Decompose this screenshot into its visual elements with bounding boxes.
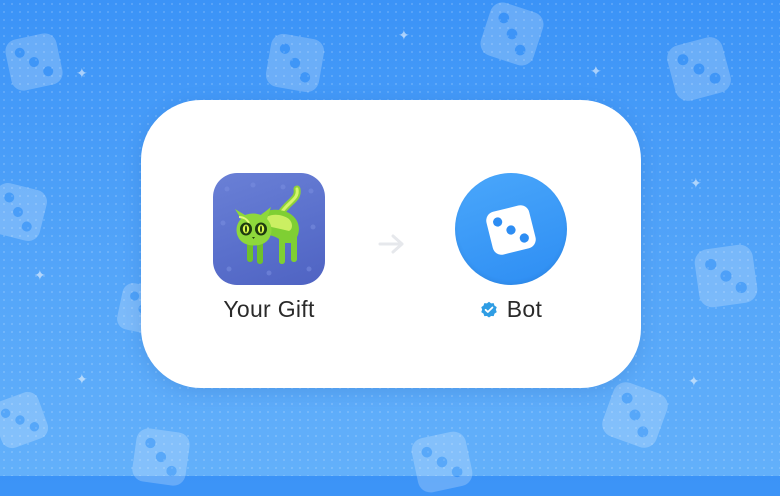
green-cat-gift-icon	[220, 182, 316, 276]
background-dice-icon	[480, 2, 544, 66]
gift-transfer-card: Your Gift Bot	[141, 100, 641, 388]
gift-tile[interactable]	[213, 173, 325, 285]
background-dice-icon	[132, 428, 190, 486]
background-dice-icon	[411, 431, 473, 493]
dice-bot-avatar-icon	[486, 205, 536, 255]
background-dice-icon	[0, 391, 49, 449]
sparkle-icon: ✦	[76, 371, 88, 387]
background-dice-icon	[694, 244, 758, 308]
bot-label-container: Bot	[455, 296, 567, 325]
background-dice-icon	[265, 33, 325, 93]
sparkle-icon: ✦	[398, 27, 410, 43]
sparkle-icon: ✦	[34, 267, 46, 283]
verified-badge-icon	[481, 301, 497, 318]
sparkle-icon: ✦	[590, 63, 602, 79]
background-dice-icon	[0, 183, 47, 241]
bot-avatar[interactable]	[455, 173, 567, 285]
background-dice-icon	[5, 33, 63, 91]
sparkle-icon: ✦	[690, 175, 702, 191]
background-dice-icon	[602, 382, 668, 448]
sparkle-icon: ✦	[688, 373, 700, 389]
sparkle-icon: ✦	[76, 65, 88, 81]
background-dice-icon	[667, 37, 731, 101]
bot-label: Bot	[506, 296, 543, 322]
gift-label: Your Gift	[223, 296, 315, 322]
arrow-right-icon	[378, 234, 404, 254]
